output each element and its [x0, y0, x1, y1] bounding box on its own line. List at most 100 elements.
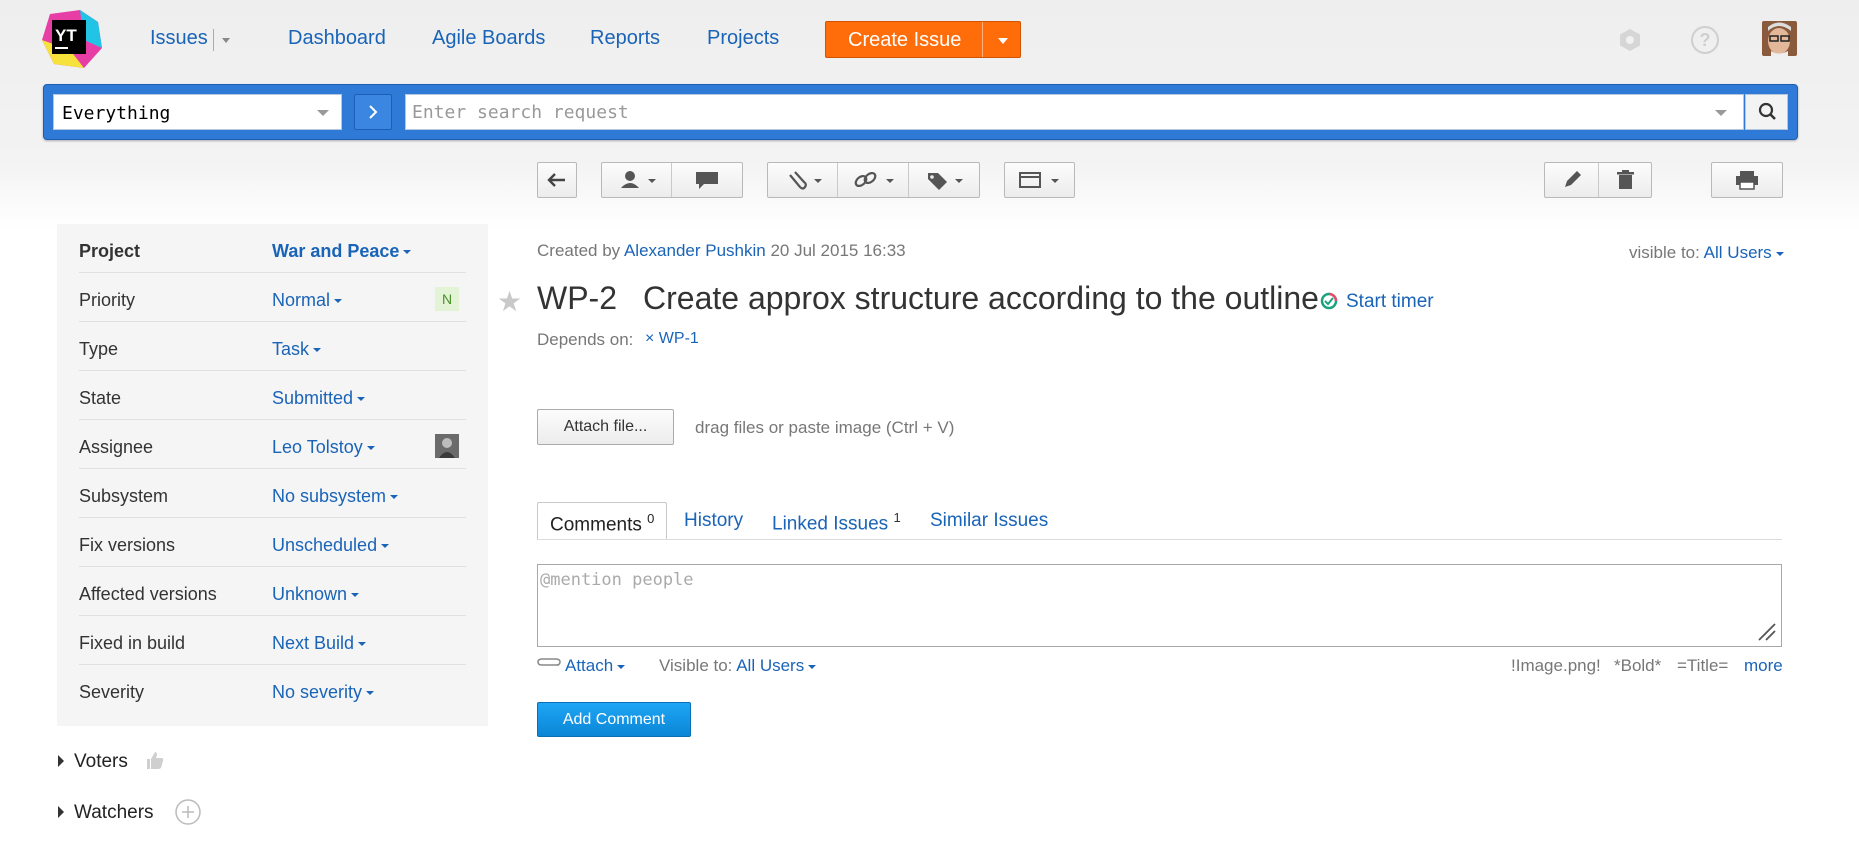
visibility-line: visible to: All Users [1629, 243, 1784, 263]
tag-button[interactable] [909, 163, 980, 197]
assignee-button[interactable] [602, 163, 672, 197]
field-label: Severity [79, 682, 145, 702]
create-issue-button[interactable]: Create Issue [825, 21, 1021, 58]
voters-expand-icon[interactable] [58, 755, 64, 767]
paperclip-icon[interactable] [537, 658, 561, 677]
nav-reports[interactable]: Reports [590, 27, 660, 50]
thumbs-up-icon[interactable] [144, 749, 166, 776]
edit-delete-group [1544, 162, 1652, 198]
field-value-fix-versions[interactable]: Unscheduled [272, 535, 390, 556]
nav-issues[interactable]: Issues [150, 27, 208, 50]
field-label: Type [79, 339, 119, 359]
comment-attach-link[interactable]: Attach [565, 656, 626, 676]
search-bar: Everything Enter search request [43, 84, 1798, 140]
star-icon[interactable]: ★ [497, 285, 522, 318]
comment-input[interactable]: @mention people [537, 564, 1782, 647]
field-state: State Submitted [79, 371, 466, 420]
priority-badge: N [435, 287, 459, 311]
create-issue-dropdown-icon[interactable] [998, 38, 1008, 44]
field-fixed-in-build: Fixed in build Next Build [79, 616, 466, 665]
field-value-subsystem[interactable]: No subsystem [272, 486, 399, 507]
search-context-select[interactable]: Everything [53, 94, 342, 130]
link-issue-button[interactable] [838, 163, 909, 197]
field-label: Assignee [79, 437, 154, 457]
tab-similar-issues[interactable]: Similar Issues [918, 502, 1060, 540]
tab-history[interactable]: History [672, 502, 755, 540]
nav-dashboard[interactable]: Dashboard [288, 27, 386, 50]
field-value-severity[interactable]: No severity [272, 682, 375, 703]
printer-icon [1736, 171, 1758, 190]
attachment-link-tag-group [767, 162, 980, 198]
field-fix-versions: Fix versions Unscheduled [79, 518, 466, 567]
delete-button[interactable] [1599, 163, 1652, 197]
back-button[interactable] [537, 162, 577, 198]
field-type: Type Task [79, 322, 466, 371]
settings-icon[interactable] [1618, 28, 1642, 52]
chevron-down-icon[interactable] [1715, 110, 1727, 116]
field-label: Project [79, 241, 141, 261]
tab-linked-issues[interactable]: Linked Issues 1 [760, 502, 913, 540]
field-value-state[interactable]: Submitted [272, 388, 366, 409]
attach-button[interactable] [768, 163, 838, 197]
watchers-toggle[interactable]: Watchers [74, 802, 154, 824]
command-window-icon [1019, 172, 1041, 188]
field-value-fixed-in-build[interactable]: Next Build [272, 633, 367, 654]
issues-dropdown-icon[interactable] [222, 38, 230, 43]
field-label: Subsystem [79, 486, 169, 506]
markup-more-link[interactable]: more [1744, 656, 1783, 676]
resize-handle-icon[interactable] [1757, 622, 1777, 642]
print-button[interactable] [1711, 162, 1783, 198]
field-value-type[interactable]: Task [272, 339, 322, 360]
field-severity: Severity No severity [79, 665, 466, 714]
field-value-project[interactable]: War and Peace [272, 241, 412, 262]
add-comment-button[interactable]: Add Comment [537, 702, 691, 737]
comment-placeholder: @mention people [540, 570, 694, 590]
field-label: Affected versions [79, 584, 217, 604]
nav-projects[interactable]: Projects [707, 27, 779, 50]
field-affected-versions: Affected versions Unknown [79, 567, 466, 616]
field-subsystem: Subsystem No subsystem [79, 469, 466, 518]
comment-visibility-link[interactable]: All Users [736, 656, 817, 675]
author-link[interactable]: Alexander Pushkin [624, 241, 766, 260]
youtrack-logo[interactable]: YT [40, 10, 104, 70]
nav-separator [213, 29, 214, 51]
field-value-assignee[interactable]: Leo Tolstoy [272, 437, 375, 458]
tab-comments[interactable]: Comments 0 [537, 502, 668, 540]
issue-summary[interactable]: Create approx structure according to the… [643, 280, 1319, 317]
search-placeholder: Enter search request [412, 102, 629, 123]
start-timer-link[interactable]: Start timer [1346, 291, 1434, 313]
arrow-left-icon [547, 173, 565, 187]
attach-file-button[interactable]: Attach file... [537, 409, 674, 445]
trash-icon [1617, 170, 1634, 189]
comment-visibility: Visible to: All Users [659, 656, 817, 676]
search-button[interactable] [1745, 94, 1788, 130]
assign-comment-group [601, 162, 743, 198]
visibility-link[interactable]: All Users [1704, 243, 1784, 262]
assignee-avatar [435, 434, 459, 458]
markup-hint-title: =Title= [1677, 656, 1729, 675]
search-icon [1758, 102, 1776, 120]
field-value-affected-versions[interactable]: Unknown [272, 584, 360, 605]
timer-icon[interactable] [1320, 292, 1338, 310]
voters-toggle[interactable]: Voters [74, 751, 128, 773]
watchers-expand-icon[interactable] [58, 806, 64, 818]
add-watcher-icon[interactable] [174, 798, 202, 831]
field-project: Project War and Peace [79, 224, 466, 273]
field-value-priority[interactable]: Normal [272, 290, 343, 311]
svg-text:YT: YT [55, 26, 77, 45]
field-assignee: Assignee Leo Tolstoy [79, 420, 466, 469]
depends-on-link[interactable]: × WP-1 [645, 330, 699, 348]
search-context-go-button[interactable] [354, 94, 392, 130]
pencil-icon [1565, 171, 1581, 187]
created-by-line: Created by Alexander Pushkin 20 Jul 2015… [537, 241, 906, 260]
nav-agile-boards[interactable]: Agile Boards [432, 27, 545, 50]
issue-id: WP-2 [537, 280, 617, 316]
command-window-button[interactable] [1004, 162, 1075, 198]
comment-button[interactable] [672, 163, 743, 197]
user-avatar[interactable] [1762, 21, 1797, 56]
edit-button[interactable] [1545, 163, 1599, 197]
help-icon[interactable]: ? [1691, 26, 1719, 54]
field-label: Priority [79, 290, 136, 310]
search-context-value: Everything [62, 103, 171, 124]
search-input[interactable]: Enter search request [405, 94, 1744, 130]
